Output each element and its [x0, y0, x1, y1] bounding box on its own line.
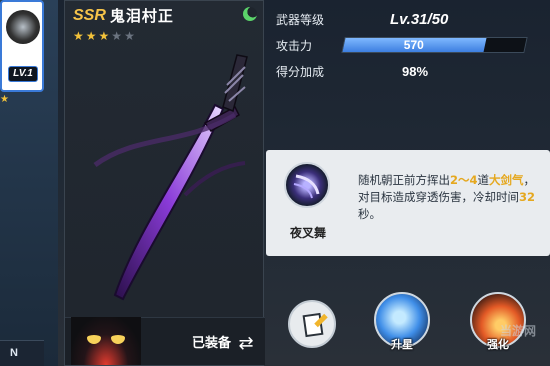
attack-stat-value: 570: [404, 38, 425, 52]
site-watermark-logo: 当游网: [500, 320, 550, 360]
character-bottom-tag[interactable]: N: [0, 340, 44, 366]
stat-row-score: 得分加成 98%: [276, 58, 526, 84]
skill-desc-text: 随机朝正前方挥出: [358, 173, 450, 187]
skill-name: 夜叉舞: [289, 226, 326, 240]
stat-row-level: 武器等级 Lv.31/50: [276, 6, 526, 32]
skill-slash-icon[interactable]: [284, 162, 330, 208]
equip-status-bar: 已装备 ⇄: [65, 317, 265, 365]
weapon-name: 鬼泪村正: [109, 7, 174, 25]
star-empty-icon: ★: [111, 29, 125, 43]
equipped-label: 已装备: [191, 336, 231, 351]
character-portrait: [6, 10, 40, 44]
rarity-badge: SSR: [73, 6, 106, 24]
avatar-right-eye: [111, 335, 125, 344]
score-stat-value: 98%: [402, 63, 429, 79]
watermark-brand: 当游网: [500, 324, 537, 338]
skill-desc-text: 秒。: [358, 207, 381, 221]
score-stat-label: 得分加成: [276, 64, 325, 79]
character-column: LV.1 ★ N: [0, 0, 58, 366]
star-filled-icon: ★: [98, 29, 112, 43]
weapon-star-rating: ★★★★★: [73, 29, 137, 43]
skill-desc-highlight: 2～4: [450, 173, 478, 187]
notes-button[interactable]: [288, 300, 336, 348]
attack-stat-label: 攻击力: [276, 38, 313, 53]
upgrade-star-button[interactable]: 升星: [374, 292, 430, 351]
level-stat-label: 武器等级: [276, 12, 325, 27]
stat-row-attack: 攻击力 570: [276, 32, 528, 58]
slash-glyph-icon: [293, 174, 320, 199]
weapon-card: SSR 鬼泪村正 ★★★★★ 已装备 ⇄: [64, 0, 265, 366]
avatar-left-eye: [87, 335, 101, 344]
skill-desc-highlight: 32: [519, 190, 536, 204]
skill-panel: 夜叉舞 随机朝正前方挥出2～4道大剑气，对目标造成穿透伤害，冷却时间32秒。: [266, 150, 550, 256]
star-filled-icon: ★: [85, 29, 99, 43]
skill-desc-text: 道: [477, 173, 490, 187]
star-filled-icon: ★: [73, 29, 86, 43]
weapon-title: SSR 鬼泪村正: [73, 5, 174, 26]
level-stat-value: Lv.31/50: [390, 10, 449, 28]
attack-progress-bar: 570: [341, 37, 528, 53]
upgrade-star-label: 升星: [391, 338, 413, 351]
swap-icon[interactable]: ⇄: [235, 333, 257, 355]
weapon-stats-panel: 武器等级 Lv.31/50 攻击力 570 得分加成 98%: [276, 6, 528, 84]
weapon-sword-illustration: [93, 54, 248, 301]
star-empty-icon: ★: [124, 29, 137, 43]
character-star-icon: ★: [0, 94, 9, 105]
character-level-badge: LV.1: [8, 66, 38, 82]
skill-description: 随机朝正前方挥出2～4道大剑气，对目标造成穿透伤害，冷却时间32秒。: [358, 172, 544, 223]
skill-desc-highlight: 大剑气: [489, 173, 524, 187]
equipped-character-avatar: [71, 317, 141, 365]
character-card[interactable]: LV.1: [0, 0, 44, 92]
element-moon-icon: [243, 7, 257, 21]
